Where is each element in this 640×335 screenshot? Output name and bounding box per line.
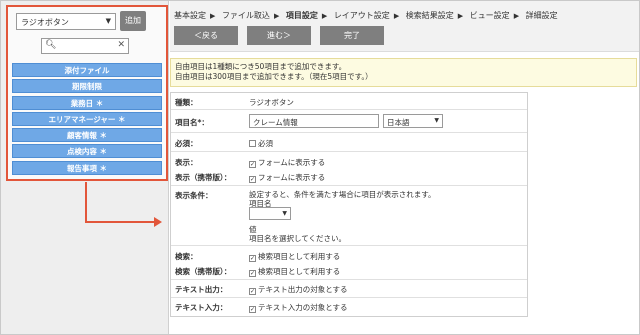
checkbox-checked-icon: ✓: [249, 176, 256, 183]
mobile-search-option: 検索項目として利用する: [258, 267, 341, 276]
form-row-display: 表示： ✓ フォームに表示する 表示（携帯版）： ✓ フォームに表示する: [171, 152, 527, 186]
type-value: ラジオボタン: [249, 98, 294, 107]
mobile-display-option: フォームに表示する: [258, 173, 326, 182]
notice-line: 自由項目は300項目まで追加できます。（現在5項目です。）: [175, 72, 373, 81]
required-label: 必須：: [175, 139, 198, 148]
form-row-required: 必須： 必須: [171, 133, 527, 152]
text-output-option: テキスト出力の対象とする: [258, 285, 348, 294]
chevron-down-icon: ▼: [105, 17, 111, 25]
condition-item-select[interactable]: ▼: [249, 207, 291, 220]
checkbox-checked-icon: ✓: [249, 288, 256, 295]
breadcrumb-step-current[interactable]: 項目設定: [286, 11, 318, 20]
field-item[interactable]: 点検内容 ＊: [12, 144, 162, 159]
breadcrumb-step[interactable]: ファイル取込: [222, 11, 270, 20]
text-input-label: テキスト入力：: [175, 303, 228, 312]
type-label: 種類：: [175, 98, 198, 107]
display-checkbox[interactable]: ✓ フォームに表示する: [249, 157, 325, 168]
name-label: 項目名*：: [175, 118, 209, 127]
checkbox-checked-icon: ✓: [249, 306, 256, 313]
callout-arrow-head: [154, 217, 162, 227]
callout-arrow-line: [85, 182, 87, 223]
display-option: フォームに表示する: [258, 158, 326, 167]
checkbox-checked-icon: ✓: [249, 270, 256, 277]
done-button[interactable]: 完了: [320, 26, 384, 45]
search-icon: 🔍︎: [45, 40, 57, 50]
required-option: 必須: [258, 139, 273, 148]
form-row-text-input: テキスト入力： ✓ テキスト入力の対象とする: [171, 298, 527, 316]
display-label: 表示：: [175, 158, 198, 167]
add-field-button[interactable]: 追加: [120, 11, 146, 31]
field-type-select[interactable]: ラジオボタン ▼: [16, 13, 116, 30]
search-option: 検索項目として利用する: [258, 252, 341, 261]
checkbox-icon: [249, 140, 256, 147]
next-button[interactable]: 進む＞: [247, 26, 311, 45]
field-item[interactable]: 期限制限: [12, 79, 162, 94]
chevron-right-icon: ▶: [321, 12, 328, 20]
search-checkbox[interactable]: ✓ 検索項目として利用する: [249, 251, 340, 262]
text-input-option: テキスト入力の対象とする: [258, 303, 348, 312]
field-item[interactable]: 添付ファイル: [12, 63, 162, 77]
search-label: 検索：: [175, 252, 198, 261]
clear-icon[interactable]: ✕: [117, 40, 125, 50]
notice-box: 自由項目は1種類につき50項目まで追加できます。 自由項目は300項目まで追加で…: [170, 58, 637, 87]
chevron-right-icon: ▶: [457, 12, 464, 20]
condition-description: 設定すると、条件を満たす場合に項目が表示されます。: [249, 190, 436, 199]
text-input-checkbox[interactable]: ✓ テキスト入力の対象とする: [249, 302, 348, 313]
form-row-type: 種類： ラジオボタン: [171, 93, 527, 110]
checkbox-checked-icon: ✓: [249, 161, 256, 168]
mobile-search-checkbox[interactable]: ✓ 検索項目として利用する: [249, 266, 340, 277]
language-select[interactable]: 日本語 ▼: [383, 114, 443, 128]
checkbox-checked-icon: ✓: [249, 255, 256, 262]
language-value: 日本語: [387, 118, 410, 127]
settings-pane: 基本設定 ▶ ファイル取込 ▶ 項目設定 ▶ レイアウト設定 ▶ 検索結果設定 ▶ ビュー…: [170, 1, 639, 334]
back-button[interactable]: ＜戻る: [174, 26, 238, 45]
chevron-right-icon: ▶: [210, 12, 216, 20]
wizard-header: 基本設定 ▶ ファイル取込 ▶ 項目設定 ▶ レイアウト設定 ▶ 検索結果設定 ▶ ビュー…: [170, 1, 639, 52]
callout-arrow-line: [85, 221, 155, 223]
field-list: 添付ファイル 期限制限 業務日 ＊ エリアマネージャー ＊ 顧客情報 ＊ 点検内…: [12, 63, 162, 177]
mobile-display-checkbox[interactable]: ✓ フォームに表示する: [249, 172, 325, 183]
field-search-input[interactable]: 🔍︎ ✕: [41, 38, 129, 54]
field-name-input[interactable]: クレーム情報: [249, 114, 379, 128]
field-settings-form: 種類： ラジオボタン 項目名*： クレーム情報 日本語 ▼ 必須： 必須 表示：…: [170, 92, 528, 317]
form-row-search: 検索： ✓ 検索項目として利用する 検索（携帯版）： ✓ 検索項目として利用する: [171, 246, 527, 280]
notice-line: 自由項目は1種類につき50項目まで追加できます。: [175, 62, 347, 71]
breadcrumb-step[interactable]: 詳細設定: [526, 11, 558, 20]
chevron-down-icon: ▼: [434, 117, 439, 124]
form-row-condition: 表示条件： 設定すると、条件を満たす場合に項目が表示されます。 項目名 ▼ 値 …: [171, 186, 527, 246]
form-row-text-output: テキスト出力： ✓ テキスト出力の対象とする: [171, 280, 527, 298]
breadcrumb-step[interactable]: 検索結果設定: [406, 11, 454, 20]
breadcrumb-step[interactable]: ビュー設定: [470, 11, 510, 20]
chevron-right-icon: ▶: [513, 12, 520, 20]
required-checkbox[interactable]: 必須: [249, 138, 273, 149]
condition-label: 表示条件：: [175, 191, 213, 200]
field-item[interactable]: エリアマネージャー ＊: [12, 111, 162, 126]
condition-value-hint: 項目名を選択してください。: [249, 234, 347, 243]
field-item[interactable]: 報告事項 ＊: [12, 160, 162, 175]
text-output-label: テキスト出力：: [175, 285, 228, 294]
text-output-checkbox[interactable]: ✓ テキスト出力の対象とする: [249, 284, 348, 295]
mobile-display-label: 表示（携帯版）：: [175, 173, 232, 182]
mobile-search-label: 検索（携帯版）：: [175, 267, 232, 276]
form-row-name: 項目名*： クレーム情報 日本語 ▼: [171, 110, 527, 133]
chevron-right-icon: ▶: [393, 12, 400, 20]
breadcrumb-step[interactable]: レイアウト設定: [334, 11, 390, 20]
field-item[interactable]: 顧客情報 ＊: [12, 128, 162, 143]
chevron-down-icon: ▼: [282, 210, 287, 217]
field-type-value: ラジオボタン: [21, 18, 69, 27]
field-item[interactable]: 業務日 ＊: [12, 95, 162, 110]
breadcrumb-step[interactable]: 基本設定: [174, 11, 206, 20]
breadcrumb: 基本設定 ▶ ファイル取込 ▶ 項目設定 ▶ レイアウト設定 ▶ 検索結果設定 ▶ ビュー…: [174, 10, 558, 21]
chevron-right-icon: ▶: [273, 12, 280, 20]
